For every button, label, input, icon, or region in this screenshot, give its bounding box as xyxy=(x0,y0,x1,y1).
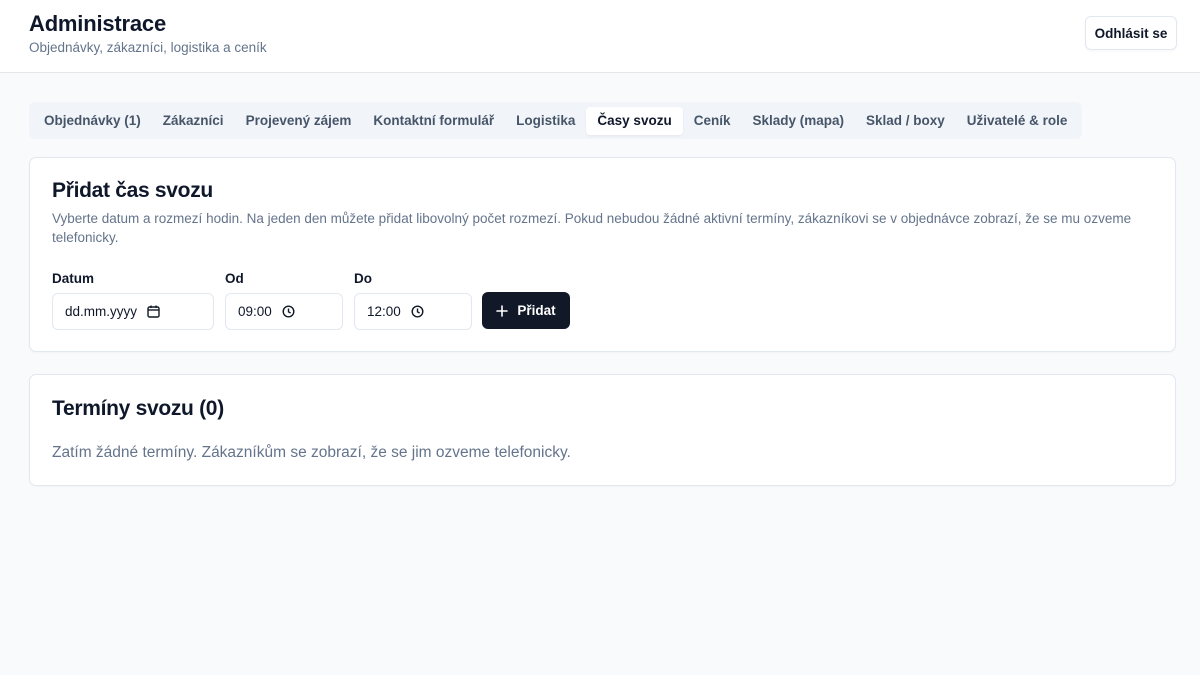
list-card-title: Termíny svozu (0) xyxy=(52,397,224,420)
pickup-times-list-card: Termíny svozu (0) Zatím žádné termíny. Z… xyxy=(29,374,1176,486)
date-input[interactable]: dd.mm.yyyy xyxy=(52,293,214,330)
add-pickup-time-button[interactable]: Přidat xyxy=(482,292,570,329)
tab-pickup-times[interactable]: Časy svozu xyxy=(586,106,683,135)
add-card-description: Vyberte datum a rozmezí hodin. Na jeden … xyxy=(52,211,1132,245)
from-time-value: 09:00 xyxy=(238,304,272,319)
tab-users-roles[interactable]: Uživatelé & role xyxy=(956,107,1079,135)
tab-customers[interactable]: Zákazníci xyxy=(152,107,235,135)
tab-bar: Objednávky (1) Zákazníci Projevený zájem… xyxy=(29,102,1083,139)
tab-pricing[interactable]: Ceník xyxy=(683,107,742,135)
tab-warehouses-map[interactable]: Sklady (mapa) xyxy=(741,107,855,135)
from-label: Od xyxy=(225,271,244,286)
to-time-value: 12:00 xyxy=(367,304,401,319)
to-label: Do xyxy=(354,271,372,286)
page-subtitle: Objednávky, zákazníci, logistika a ceník xyxy=(29,40,267,55)
tab-warehouse-boxes[interactable]: Sklad / boxy xyxy=(855,107,956,135)
date-label: Datum xyxy=(52,271,95,286)
to-time-input[interactable]: 12:00 xyxy=(354,293,472,330)
from-time-input[interactable]: 09:00 xyxy=(225,293,343,330)
plus-icon xyxy=(496,304,509,317)
calendar-icon[interactable] xyxy=(147,305,160,318)
empty-state-text: Zatím žádné termíny. Zákazníkům se zobra… xyxy=(52,444,571,461)
page-title: Administrace xyxy=(29,11,166,36)
clock-icon[interactable] xyxy=(411,305,424,318)
add-card-title: Přidat čas svozu xyxy=(52,179,213,202)
tab-orders[interactable]: Objednávky (1) xyxy=(33,107,152,135)
top-header: Administrace Objednávky, zákazníci, logi… xyxy=(0,0,1200,73)
tab-contact-form[interactable]: Kontaktní formulář xyxy=(362,107,505,135)
add-button-label: Přidat xyxy=(517,303,556,318)
tab-interest[interactable]: Projevený zájem xyxy=(235,107,363,135)
date-value: dd.mm.yyyy xyxy=(65,304,138,319)
tab-logistics[interactable]: Logistika xyxy=(505,107,586,135)
clock-icon[interactable] xyxy=(282,305,295,318)
add-pickup-time-card: Přidat čas svozu Vyberte datum a rozmezí… xyxy=(29,157,1176,352)
logout-button[interactable]: Odhlásit se xyxy=(1085,16,1177,50)
